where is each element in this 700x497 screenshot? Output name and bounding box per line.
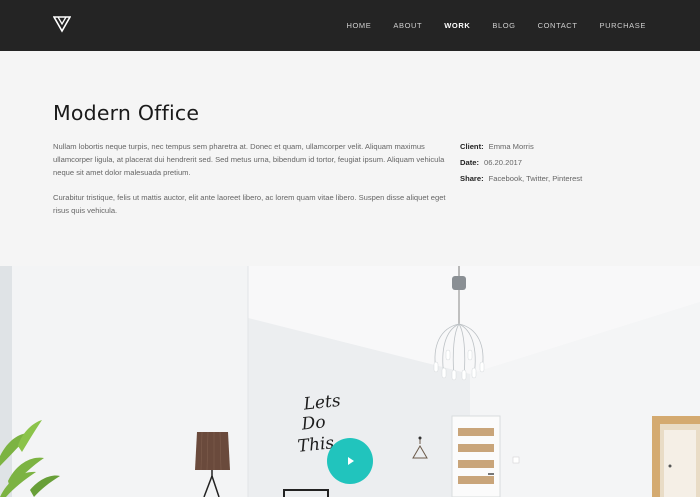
nav-item-about[interactable]: ABOUT [393,21,422,30]
nav-item-work[interactable]: WORK [444,21,470,30]
meta-share-value[interactable]: Facebook, Twitter, Pinterest [489,172,583,188]
wall-lettering-lets: Lets [302,391,342,415]
meta-client-label: Client: [460,142,484,151]
play-button[interactable] [327,438,373,484]
meta-date-label: Date: [460,158,479,167]
nav-item-purchase[interactable]: PURCHASE [600,21,646,30]
meta-client: Client: Emma Morris [460,140,582,156]
project-section: Modern Office Nullam lobortis neque turp… [0,51,700,266]
meta-share-label: Share: [460,174,484,183]
nav-item-home[interactable]: HOME [346,21,371,30]
nav-item-blog[interactable]: BLOG [492,21,515,30]
project-description-1: Nullam lobortis neque turpis, nec tempus… [53,142,445,177]
project-description-2: Curabitur tristique, felis ut mattis auc… [53,193,446,215]
wall-lettering-do: Do [300,412,327,434]
project-meta: Client: Emma Morris Date: 06.20.2017 Sha… [460,140,582,188]
main-nav: HOME ABOUT WORK BLOG CONTACT PURCHASE [324,0,646,51]
meta-date-value: 06.20.2017 [484,158,523,167]
triangle-logo-icon[interactable] [53,16,71,33]
meta-date: Date: 06.20.2017 [460,156,582,172]
nav-item-contact[interactable]: CONTACT [538,21,578,30]
meta-client-value: Emma Morris [488,142,534,151]
project-title: Modern Office [53,101,200,125]
play-icon [348,457,354,465]
meta-share: Share: Facebook, Twitter, Pinterest [460,172,582,188]
top-navbar: HOME ABOUT WORK BLOG CONTACT PURCHASE [0,0,700,51]
